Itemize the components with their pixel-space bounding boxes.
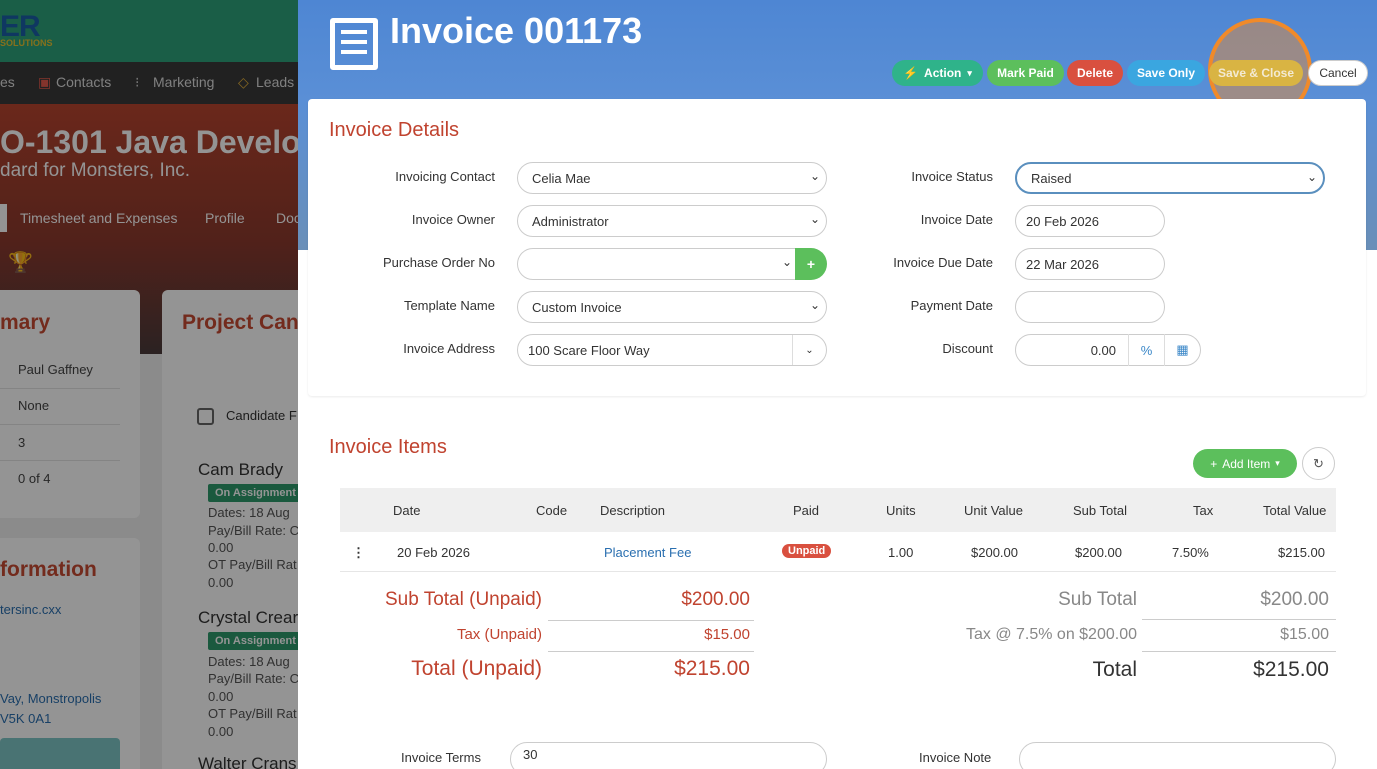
invoice-date-label: Invoice Date [920,212,993,227]
chevron-down-icon: ▾ [1275,458,1280,468]
delete-button[interactable]: Delete [1067,60,1123,86]
unpaid-tax-value: $15.00 [704,626,750,643]
invoicing-contact-select[interactable]: Celia Mae ⌄ [517,162,827,194]
column-header[interactable]: Sub Total [1073,503,1127,518]
add-item-button[interactable]: + Add Item ▾ [1193,449,1297,478]
discount-value: 0.00 [1090,343,1116,358]
column-header[interactable]: Description [600,503,665,518]
invoice-address-select[interactable]: 100 Scare Floor Way ⌄ [517,334,827,366]
chevron-down-icon: ▾ [967,67,972,78]
row-description-link[interactable]: Placement Fee [604,545,691,560]
refresh-icon[interactable]: ↻ [1302,447,1335,480]
tax-value: $15.00 [1280,626,1329,643]
tax-label: Tax @ 7.5% on $200.00 [965,626,1137,643]
column-header[interactable]: Tax [1193,503,1213,518]
column-header[interactable]: Units [886,503,916,518]
chevron-down-icon: ⌄ [809,212,820,226]
chevron-down-icon: ⌄ [781,255,792,269]
invoice-address-value: 100 Scare Floor Way [528,342,650,358]
total-label: Total [1092,658,1137,681]
invoicing-contact-value: Celia Mae [532,170,591,186]
add-item-label: Add Item [1222,456,1271,471]
invoice-terms-input[interactable]: 30 [510,742,827,769]
invoice-note-label: Invoice Note [919,750,992,765]
purchase-order-label: Purchase Order No [383,255,495,270]
invoice-status-select[interactable]: Raised ⌄ [1015,162,1325,194]
chevron-down-icon: ⌄ [809,298,820,312]
column-header[interactable]: Unit Value [964,503,1023,518]
column-header[interactable]: Code [536,503,567,518]
save-only-button[interactable]: Save Only [1127,60,1205,86]
template-name-label: Template Name [403,298,495,313]
invoice-details-title: Invoice Details [329,119,460,141]
invoice-due-date-input[interactable]: 22 Mar 2026 [1015,248,1165,280]
modal-title: Invoice 001173 [390,10,643,51]
total-value: $215.00 [1253,658,1329,681]
template-name-value: Custom Invoice [532,299,622,315]
row-date: 20 Feb 2026 [397,545,471,560]
chevron-down-icon: ⌄ [1306,170,1317,184]
invoice-due-date-value: 22 Mar 2026 [1026,256,1099,272]
invoicing-contact-label: Invoicing Contact [395,169,495,184]
row-unit-value: $200.00 [971,545,1018,560]
table-row[interactable]: ⋮ 20 Feb 2026 Placement Fee Unpaid 1.00 … [340,532,1336,572]
chevron-down-icon[interactable]: ⌄ [792,335,826,365]
items-table-header: Date Code Description Paid Units Unit Va… [340,488,1336,532]
invoice-terms-value: 30 [523,746,538,762]
payment-date-input[interactable] [1015,291,1165,323]
invoice-terms-label: Invoice Terms [401,750,481,765]
template-name-select[interactable]: Custom Invoice ⌄ [517,291,827,323]
row-tax: 7.50% [1172,545,1209,560]
percent-toggle[interactable]: % [1128,334,1164,366]
invoice-status-value: Raised [1031,170,1072,186]
invoice-due-date-label: Invoice Due Date [893,255,993,270]
unpaid-badge: Unpaid [782,544,832,558]
unpaid-subtotal-label: Sub Total (Unpaid) [384,589,542,610]
discount-field[interactable]: 0.00 % ▦ [1015,334,1201,366]
row-menu-icon[interactable]: ⋮ [352,545,365,561]
unpaid-total-value: $215.00 [674,657,750,680]
calculator-icon[interactable]: ▦ [1164,334,1200,366]
action-label: Action [924,66,962,80]
plus-icon: + [1210,456,1218,471]
action-dropdown-button[interactable]: ⚡ Action ▾ [892,60,983,86]
unpaid-total-label: Total (Unpaid) [411,657,542,680]
purchase-order-select[interactable]: ⌄ [517,248,799,280]
invoice-owner-value: Administrator [532,213,609,229]
row-units: 1.00 [888,545,914,560]
discount-label: Discount [942,341,993,356]
subtotal-value: $200.00 [1260,589,1329,610]
plus-icon: + [806,256,816,272]
invoice-owner-label: Invoice Owner [411,212,495,227]
cancel-button[interactable]: Cancel [1308,60,1368,86]
invoice-items-title: Invoice Items [329,436,447,458]
column-header[interactable]: Total Value [1263,503,1326,518]
invoice-date-input[interactable]: 20 Feb 2026 [1015,205,1165,237]
payment-date-label: Payment Date [910,298,993,313]
row-sub-total: $200.00 [1075,545,1122,560]
invoice-owner-select[interactable]: Administrator ⌄ [517,205,827,237]
invoice-modal: Invoice 001173 ⚡ Action ▾ Mark Paid Dele… [298,0,1377,769]
save-close-button[interactable]: Save & Close [1209,60,1303,86]
chevron-down-icon: ⌄ [809,169,820,183]
invoice-date-value: 20 Feb 2026 [1026,213,1100,229]
column-header[interactable]: Paid [793,503,819,518]
invoice-note-input[interactable] [1019,742,1336,769]
unpaid-tax-label: Tax (Unpaid) [456,626,542,643]
invoice-address-label: Invoice Address [403,341,495,356]
column-header[interactable]: Date [393,503,420,518]
invoice-document-icon [330,18,378,70]
invoice-status-label: Invoice Status [911,169,993,184]
bolt-icon: ⚡ [903,66,919,80]
subtotal-label: Sub Total [1058,589,1137,610]
unpaid-subtotal-value: $200.00 [681,589,750,610]
mark-paid-button[interactable]: Mark Paid [987,60,1064,86]
row-total-value: $215.00 [1278,545,1325,560]
